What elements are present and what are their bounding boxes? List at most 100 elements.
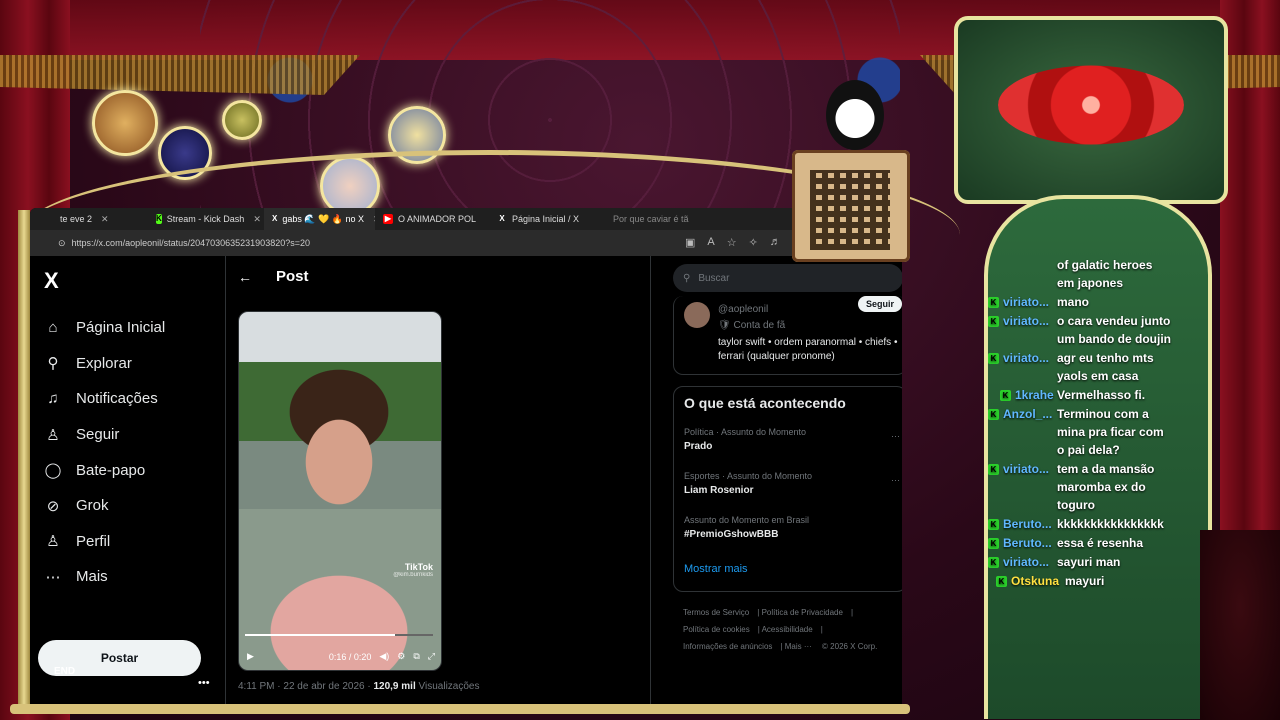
nav-explore[interactable]: ⚲ Explorar [44, 346, 165, 382]
trend-more-icon[interactable]: ··· [891, 431, 900, 441]
split-view-icon[interactable]: ▣ [685, 236, 695, 249]
nav-follow[interactable]: ♙ Seguir [44, 417, 165, 453]
chat-username[interactable]: viriato... [1003, 553, 1057, 571]
user-handle[interactable]: @aopleonil [718, 304, 768, 315]
tab-1[interactable]: te eve 2 ✕ [30, 208, 148, 230]
fullscreen-icon[interactable]: ⤢ [428, 651, 435, 662]
nav-chat[interactable]: ◯ Bate-papo [44, 452, 165, 488]
nav-label: Grok [76, 497, 109, 515]
search-placeholder: Buscar [698, 272, 730, 284]
chat-username[interactable]: viriato... [1003, 293, 1057, 311]
jester-character [826, 80, 884, 150]
video-controls: ▶ 0:16 / 0:20 ◀) ⚙ ⧉ ⤢ [247, 651, 435, 662]
read-aloud-icon[interactable]: A [707, 236, 714, 249]
nav-notifications[interactable]: ♫ Notificações [44, 381, 165, 417]
address-bar[interactable]: ⊙ https://x.com/aopleonil/status/2047030… [30, 230, 902, 256]
pip-icon[interactable]: ⧉ [413, 651, 419, 662]
footer-link[interactable]: Política de Privacidade [762, 608, 843, 617]
chat-message: K Otskuna mayuri [996, 572, 1198, 590]
tab-2[interactable]: K Stream - Kick Dash ✕ [148, 208, 264, 230]
volume-icon[interactable]: ◀) [379, 651, 389, 662]
browser-window: te eve 2 ✕ K Stream - Kick Dash ✕ X gabs 🌊… [30, 208, 902, 713]
extensions-icon[interactable]: ✧ [749, 236, 758, 249]
nav-more[interactable]: ⋯ Mais [44, 559, 165, 595]
chat-icon: ◯ [44, 462, 62, 480]
x-icon: X [499, 214, 505, 223]
tab-3[interactable]: X gabs 🌊 💛 🔥 no X✕ [264, 208, 375, 230]
x-sidebar: X ⌂ Página Inicial ⚲ Explorar ♫ Notificaçõe… [30, 256, 226, 713]
chat-username[interactable]: viriato... [1003, 460, 1057, 478]
close-icon[interactable]: ✕ [253, 214, 261, 225]
chat-username[interactable]: Beruto... [1003, 515, 1057, 533]
chat-username[interactable]: viriato... [1003, 312, 1057, 330]
x-logo-icon[interactable]: X [44, 268, 59, 294]
kick-badge-icon: K [988, 464, 999, 476]
chat-username[interactable]: Beruto... [1003, 534, 1057, 552]
ornate-frame-left [18, 210, 30, 710]
video-progress-fill [245, 634, 396, 636]
chat-message: Kviriato... agr eu tenho mts yaols em cas… [988, 349, 1198, 385]
ornament-character [320, 156, 380, 216]
post-meta: 4:11 PM · 22 de abr de 2026 · 120,9 mil … [238, 681, 480, 692]
close-icon[interactable]: ✕ [101, 214, 109, 225]
nav-profile[interactable]: ♙ Perfil [44, 524, 165, 560]
fan-text: Conta de fã [733, 320, 786, 331]
user-bio: taylor swift • ordem paranormal • chiefs… [718, 337, 898, 362]
video-progress-bar[interactable] [245, 634, 433, 636]
trend-item[interactable]: Política · Assunto do Momento Prado [684, 427, 806, 452]
message-text: essa é resenha [1057, 536, 1144, 550]
trend-item[interactable]: Assunto do Momento em Brasil #PremioGsho… [684, 515, 809, 540]
kick-badge-icon: K [996, 576, 1007, 588]
message-text: mano [1057, 295, 1090, 309]
video-player[interactable]: TikTok @kim.burnkids ▶ 0:16 / 0:20 ◀) ⚙ … [238, 311, 442, 671]
footer-link[interactable]: Mais ··· [785, 642, 812, 651]
chat-username[interactable]: viriato... [1003, 349, 1057, 367]
youtube-icon: ▶ [383, 214, 393, 224]
message-text: of galatic heroes em japones [1057, 258, 1153, 290]
trend-item[interactable]: Esportes · Assunto do Momento Liam Rosen… [684, 471, 812, 496]
chat-username[interactable]: Otskuna [1011, 572, 1065, 590]
message-text: kkkkkkkkkkkkkkkk [1057, 517, 1164, 531]
footer-link[interactable]: Informações de anúncios [683, 642, 772, 651]
message-text: sayuri man [1057, 555, 1121, 569]
nav-grok[interactable]: ⊘ Grok [44, 488, 165, 524]
trend-more-icon[interactable]: ··· [891, 475, 900, 485]
play-icon[interactable]: ▶ [247, 651, 254, 662]
tab-5[interactable]: X Página Inicial / X [489, 208, 605, 230]
nav-home[interactable]: ⌂ Página Inicial [44, 310, 165, 346]
kick-badge-icon: K [1000, 390, 1011, 402]
account-name[interactable]: END [54, 666, 75, 677]
ornament-portrait [388, 106, 446, 164]
chat-username[interactable]: 1krahe [1015, 386, 1057, 404]
tab-bar: te eve 2 ✕ K Stream - Kick Dash ✕ X gabs 🌊… [30, 208, 902, 230]
media-icon[interactable]: ♬ [770, 236, 781, 249]
qr-code-scroll [792, 150, 910, 262]
footer-link[interactable]: Termos de Serviço [683, 608, 749, 617]
url-text[interactable]: https://x.com/aopleonil/status/204703063… [72, 238, 310, 248]
back-arrow-icon[interactable]: ← [238, 269, 252, 285]
trend-name: #PremioGshowBBB [684, 529, 779, 540]
qr-code-icon [810, 170, 890, 250]
favorite-icon[interactable]: ☆ [727, 236, 737, 249]
account-more-icon[interactable]: ••• [198, 677, 210, 689]
x-icon: X [272, 214, 278, 223]
show-more-link[interactable]: Mostrar mais [684, 563, 748, 575]
x-nav: ⌂ Página Inicial ⚲ Explorar ♫ Notificações … [44, 310, 166, 595]
chat-username[interactable]: Anzol_... [1003, 405, 1057, 423]
user-card: @aopleonil 🛡 Conta de fã taylor swift • … [673, 296, 902, 375]
footer-link[interactable]: Política de cookies [683, 625, 750, 634]
tab-6[interactable]: Por que caviar é tã [605, 208, 711, 230]
trends-panel: O que está acontecendo Política · Assunt… [673, 386, 902, 592]
watermark-handle: @kim.burnkids [393, 572, 433, 578]
tab-4[interactable]: ▶ O ANIMADOR POL [375, 208, 489, 230]
footer-link[interactable]: Acessibilidade [762, 625, 813, 634]
right-column: ⚲ Buscar @aopleonil 🛡 Conta de fã taylor… [651, 256, 902, 713]
nav-label: Mais [76, 568, 108, 586]
follow-button[interactable]: Seguir [857, 296, 902, 312]
search-input[interactable]: ⚲ Buscar [673, 264, 902, 292]
trend-name: Prado [684, 441, 713, 452]
avatar[interactable] [684, 302, 710, 328]
site-info-icon[interactable]: ⊙ [58, 238, 66, 249]
trend-meta: Assunto do Momento em Brasil [684, 515, 810, 525]
settings-icon[interactable]: ⚙ [397, 651, 405, 662]
